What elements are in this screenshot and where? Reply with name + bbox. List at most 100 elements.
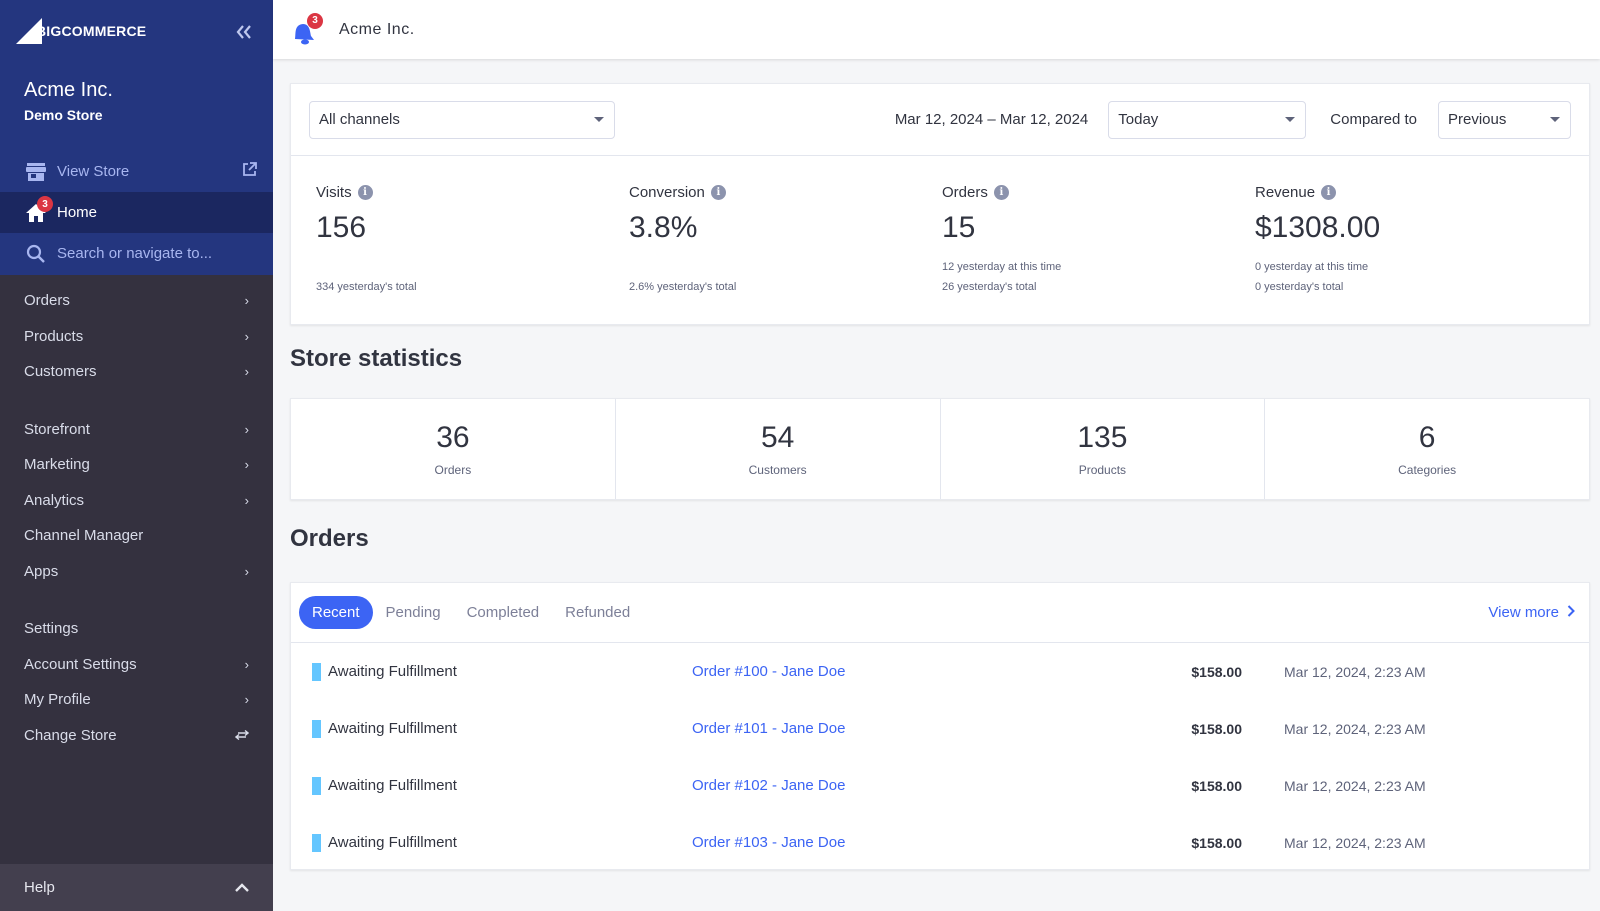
nav-label: Analytics	[24, 491, 85, 509]
info-icon[interactable]: i	[710, 185, 726, 200]
order-date: Mar 12, 2024, 2:23 AM	[1284, 834, 1426, 851]
metric-value: $1308.00	[1255, 211, 1381, 244]
compared-to-label: Compared to	[1330, 111, 1417, 128]
stat-label: Products	[1078, 463, 1127, 477]
chevron-right-icon: ›	[244, 293, 249, 309]
order-amount: $158.00	[1191, 720, 1242, 737]
orders-card: Recent Pending Completed Refunded View m…	[290, 582, 1590, 870]
caret-down-icon	[1550, 117, 1560, 122]
order-link[interactable]: Order #100 - Jane Doe	[692, 663, 1152, 680]
view-more-link[interactable]: View more	[1488, 604, 1575, 621]
order-link[interactable]: Order #101 - Jane Doe	[692, 720, 1152, 737]
status-indicator	[312, 833, 321, 852]
home-notification-badge: 3	[37, 196, 53, 212]
tab-completed[interactable]: Completed	[454, 596, 553, 629]
order-link[interactable]: Order #102 - Jane Doe	[692, 777, 1152, 794]
swap-arrows-icon	[234, 727, 250, 744]
metric-orders: Orders i 15 12 yesterday at this time 26 y…	[942, 156, 1255, 324]
info-icon[interactable]: i	[357, 185, 373, 200]
orders-tabs: Recent Pending Completed Refunded View m…	[291, 583, 1589, 643]
order-amount: $158.00	[1191, 777, 1242, 794]
help-label: Help	[24, 879, 55, 896]
tab-refunded[interactable]: Refunded	[552, 596, 643, 629]
info-icon[interactable]: i	[1321, 185, 1337, 200]
order-status: Awaiting Fulfillment	[328, 834, 457, 851]
stat-categories[interactable]: 6 Categories	[1265, 399, 1589, 499]
stat-label: Customers	[748, 463, 807, 477]
status-indicator	[312, 662, 321, 681]
sidebar-item-marketing[interactable]: Marketing ›	[0, 447, 273, 483]
order-amount: $158.00	[1191, 834, 1242, 851]
compare-select-value: Previous	[1448, 111, 1507, 128]
metric-conversion: Conversion i 3.8% 2.6% yesterday's total	[629, 156, 942, 324]
stat-products[interactable]: 135 Products	[941, 399, 1266, 499]
order-amount: $158.00	[1191, 663, 1242, 680]
info-icon[interactable]: i	[993, 185, 1009, 200]
metric-note: 12 yesterday at this time	[942, 261, 1062, 273]
metric-revenue: Revenue i $1308.00 0 yesterday at this ti…	[1255, 156, 1568, 324]
order-status: Awaiting Fulfillment	[328, 777, 457, 794]
storefront-icon	[24, 160, 48, 184]
sidebar-item-my-profile[interactable]: My Profile ›	[0, 682, 273, 718]
sidebar-item-analytics[interactable]: Analytics ›	[0, 483, 273, 519]
tab-pending[interactable]: Pending	[373, 596, 454, 629]
sidebar-nav: Orders › Products › Customers › Storefront ›…	[0, 275, 273, 753]
sidebar-item-home[interactable]: 3 Home	[0, 192, 273, 233]
date-range-text: Mar 12, 2024 – Mar 12, 2024	[894, 111, 1089, 128]
chevron-right-icon: ›	[244, 563, 249, 579]
help-menu-toggle[interactable]: Help	[0, 864, 273, 911]
period-select[interactable]: Today	[1108, 100, 1307, 139]
nav-label: Storefront	[24, 420, 90, 438]
sidebar-item-apps[interactable]: Apps ›	[0, 554, 273, 590]
status-indicator	[312, 776, 321, 795]
nav-label: Marketing	[24, 456, 90, 474]
nav-label: Customers	[24, 363, 97, 381]
metrics-row: Visits i 156 334 yesterday's total Conver…	[291, 156, 1589, 324]
bigcommerce-logo[interactable]: BIGCOMMERCE	[16, 18, 146, 44]
compare-select[interactable]: Previous	[1438, 100, 1571, 139]
stat-orders[interactable]: 36 Orders	[291, 399, 616, 499]
nav-label: Orders	[24, 292, 70, 310]
collapse-sidebar-button[interactable]	[236, 22, 252, 45]
sidebar-item-change-store[interactable]: Change Store	[0, 718, 273, 754]
metric-label: Revenue	[1255, 184, 1316, 201]
store-statistics-title: Store statistics	[290, 345, 463, 372]
chevron-right-icon: ›	[244, 692, 249, 708]
stat-label: Categories	[1398, 463, 1457, 477]
metric-value: 15	[942, 211, 976, 244]
order-link[interactable]: Order #103 - Jane Doe	[692, 834, 1152, 851]
search-icon	[24, 242, 48, 266]
nav-label: Apps	[24, 562, 59, 580]
sidebar-item-products[interactable]: Products ›	[0, 319, 273, 355]
search-navigate-input[interactable]: Search or navigate to...	[0, 233, 273, 274]
top-header: 3 Acme Inc.	[273, 0, 1600, 59]
nav-label: Products	[24, 327, 84, 345]
sidebar-item-channel-manager[interactable]: Channel Manager	[0, 518, 273, 554]
sidebar-item-customers[interactable]: Customers ›	[0, 354, 273, 390]
sidebar-item-storefront[interactable]: Storefront ›	[0, 412, 273, 448]
view-store-link[interactable]: View Store	[0, 151, 273, 192]
sidebar: BIGCOMMERCE Acme Inc. Demo Store View St…	[0, 0, 273, 911]
sidebar-item-settings[interactable]: Settings	[0, 611, 273, 647]
chevron-right-icon: ›	[244, 328, 249, 344]
order-row: Awaiting Fulfillment Order #100 - Jane D…	[291, 643, 1589, 700]
sidebar-item-orders[interactable]: Orders ›	[0, 283, 273, 319]
nav-label: Change Store	[24, 726, 117, 744]
status-indicator	[312, 719, 321, 738]
tab-recent[interactable]: Recent	[299, 596, 373, 629]
caret-down-icon	[1285, 117, 1296, 122]
metric-note: 2.6% yesterday's total	[629, 281, 737, 293]
metric-label: Orders	[942, 184, 988, 201]
double-chevron-left-icon	[236, 25, 251, 39]
order-date: Mar 12, 2024, 2:23 AM	[1284, 777, 1426, 794]
filter-bar: All channels Mar 12, 2024 – Mar 12, 2024…	[291, 84, 1589, 156]
nav-label: Channel Manager	[24, 527, 144, 545]
chevron-right-icon: ›	[244, 492, 249, 508]
sidebar-item-account-settings[interactable]: Account Settings ›	[0, 647, 273, 683]
stat-customers[interactable]: 54 Customers	[616, 399, 941, 499]
notifications-button[interactable]: 3	[291, 12, 323, 45]
stat-value: 36	[436, 421, 470, 454]
metric-label: Visits	[316, 184, 352, 201]
channel-select[interactable]: All channels	[309, 100, 615, 139]
order-row: Awaiting Fulfillment Order #102 - Jane D…	[291, 757, 1589, 814]
